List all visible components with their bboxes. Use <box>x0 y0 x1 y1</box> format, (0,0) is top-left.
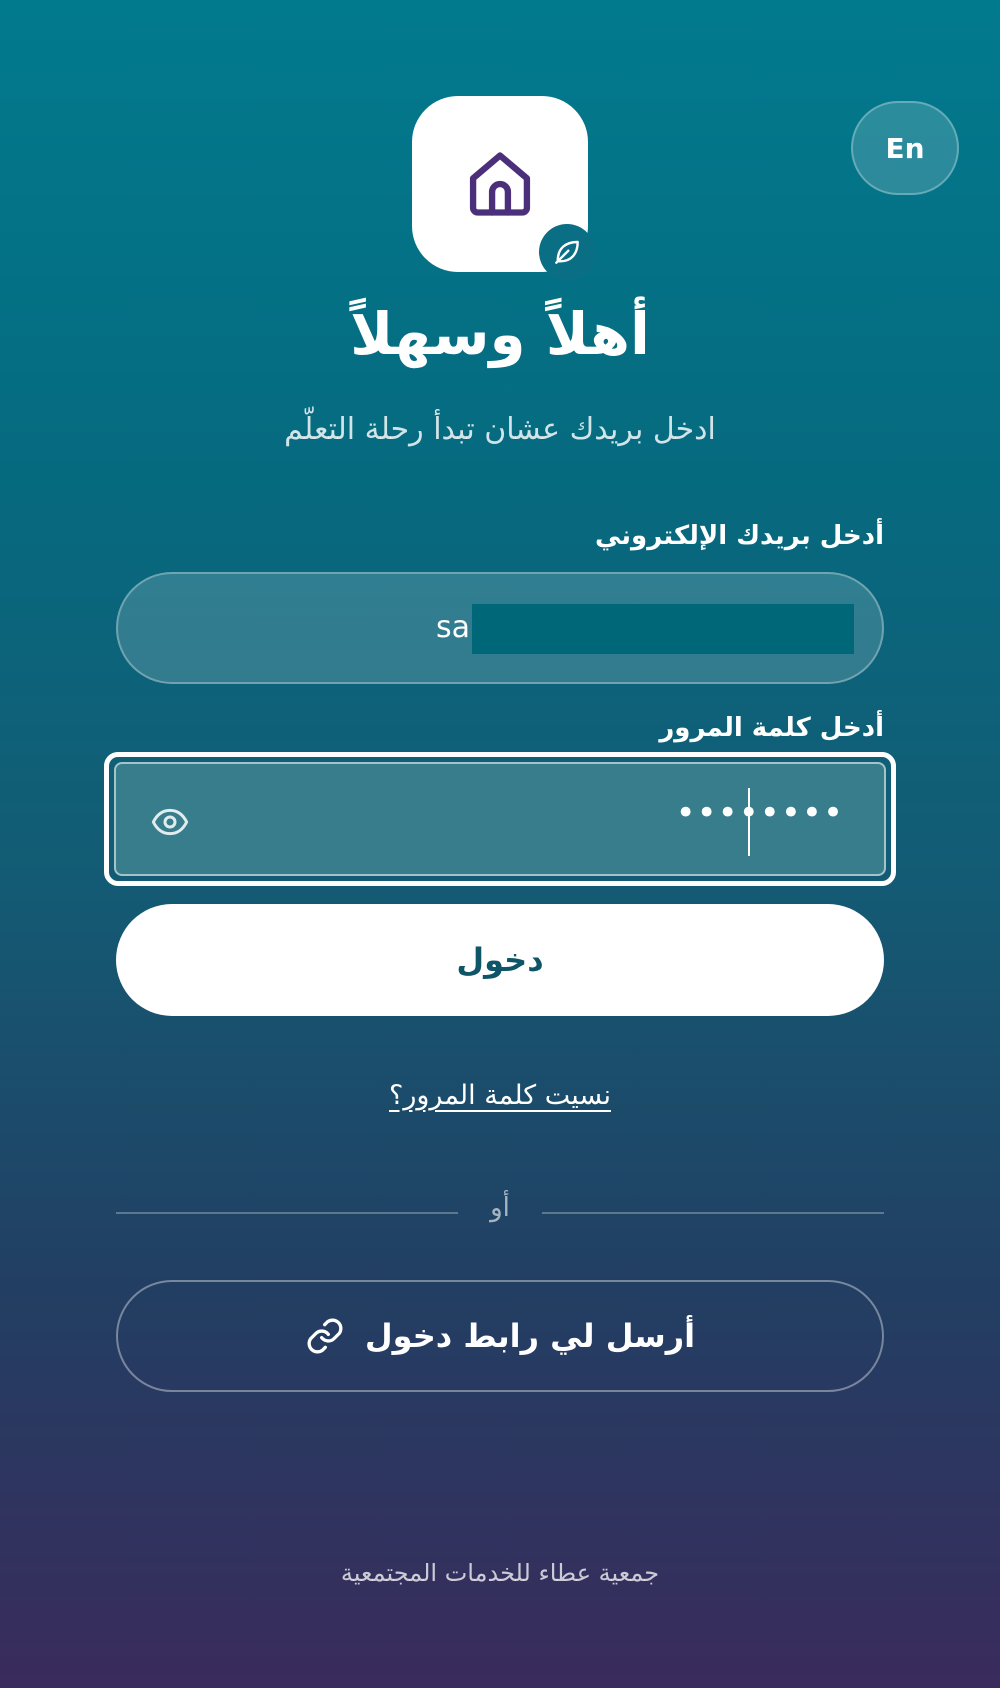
divider-line-right <box>542 1212 884 1214</box>
email-input[interactable]: sa <box>116 572 884 684</box>
password-input[interactable]: •••••••• <box>114 762 886 876</box>
logo-badge <box>539 224 595 280</box>
divider-line-left <box>116 1212 458 1214</box>
password-input-value: •••••••• <box>675 793 844 833</box>
language-toggle-button[interactable]: En <box>851 101 959 195</box>
magic-link-button[interactable]: أرسل لي رابط دخول <box>116 1280 884 1392</box>
link-icon <box>307 1318 343 1354</box>
forgot-password-row: نسيت كلمة المرور؟ <box>0 1078 1000 1113</box>
forgot-password-link[interactable]: نسيت كلمة المرور؟ <box>389 1080 611 1111</box>
password-label: أدخل كلمة المرور <box>659 713 884 743</box>
house-icon <box>469 152 531 216</box>
email-label: أدخل بريدك الإلكتروني <box>594 521 884 551</box>
redacted-block <box>472 604 854 654</box>
divider-text: أو <box>490 1193 510 1223</box>
show-password-button[interactable] <box>148 800 192 844</box>
leaf-icon <box>555 240 579 264</box>
page-subtitle: ادخل بريدك عشان تبدأ رحلة التعلّم <box>284 412 716 447</box>
page-title: أهلاً وسهلاً <box>350 300 650 368</box>
password-focus-ring: •••••••• <box>104 752 896 886</box>
email-input-value: sa <box>435 610 470 645</box>
footer-org-name: جمعية عطاء للخدمات المجتمعية <box>340 1559 660 1587</box>
eye-icon <box>151 808 189 836</box>
login-button[interactable]: دخول <box>116 904 884 1016</box>
magic-link-label: أرسل لي رابط دخول <box>364 1317 696 1355</box>
login-screen: En أهلاً وسهلاً ادخل بريدك عشان تبدأ رحل… <box>0 0 1000 1688</box>
